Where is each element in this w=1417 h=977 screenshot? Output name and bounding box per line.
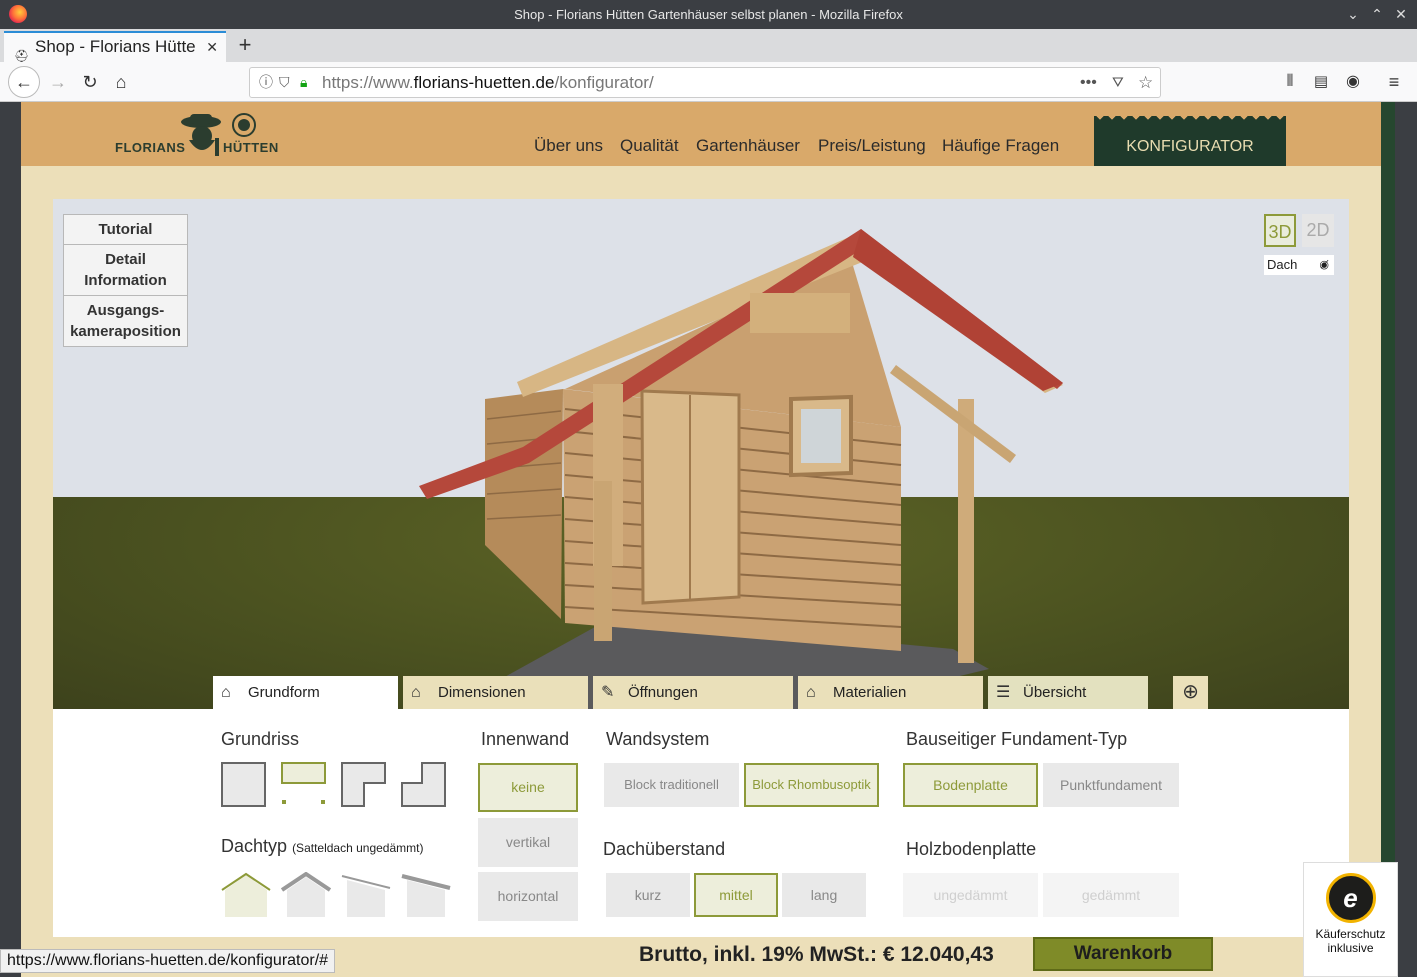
price-total: Brutto, inkl. 19% MwSt.: € 12.040,43 xyxy=(639,943,994,966)
nav-item-gartenhaeuser[interactable]: Gartenhäuser xyxy=(696,136,800,156)
window-title: Shop - Florians Hütten Gartenhäuser selb… xyxy=(514,7,903,22)
home-icon[interactable]: ⌂ xyxy=(107,68,135,96)
floorplan-l-shape-mirrored-icon[interactable] xyxy=(401,762,446,807)
tab-uebersicht[interactable]: ☰ Übersicht xyxy=(988,676,1148,709)
pocket-icon[interactable]: ⛛ xyxy=(1112,68,1124,97)
dachtyp-title: Dachtyp (Satteldach ungedämmt) xyxy=(221,836,424,856)
minimize-icon[interactable]: ⌄ xyxy=(1341,0,1365,29)
fundament-title: Bauseitiger Fundament-Typ xyxy=(906,729,1128,749)
garden-house-model[interactable] xyxy=(53,199,1349,709)
web-page: FLORIANS HÜTTEN Über uns Qualität Garten… xyxy=(21,102,1381,977)
site-header: FLORIANS HÜTTEN Über uns Qualität Garten… xyxy=(21,102,1381,166)
holzbodenplatte-title: Holzbodenplatte xyxy=(906,839,1037,859)
fundament-bodenplatte[interactable]: Bodenplatte xyxy=(903,763,1038,807)
shield-icon[interactable]: ⛉ xyxy=(279,68,290,97)
library-icon[interactable]: ⫴ xyxy=(1276,68,1304,96)
viewer-side-panel: Tutorial Detail Information Ausgangs- ka… xyxy=(63,214,188,347)
url-text[interactable]: https://www.florians-huetten.de/konfigur… xyxy=(322,68,654,97)
holzbodenplatte-gedaemmt[interactable]: gedämmt xyxy=(1043,873,1179,917)
nav-item-preis-leistung[interactable]: Preis/Leistung xyxy=(818,136,926,156)
close-window-icon[interactable]: ✕ xyxy=(1389,0,1413,29)
cart-button[interactable]: Warenkorb xyxy=(1033,937,1213,971)
floorplan-l-shape-icon[interactable] xyxy=(341,762,386,807)
reload-icon[interactable]: ↻ xyxy=(76,68,104,96)
dachueberstand-kurz[interactable]: kurz xyxy=(606,873,690,917)
page-scrollbar[interactable] xyxy=(1381,102,1395,977)
seal-icon xyxy=(232,113,256,137)
floorplan-porch-icon[interactable] xyxy=(281,762,326,807)
wandsystem-block-traditionell[interactable]: Block traditionell xyxy=(604,763,739,807)
innenwand-title: Innenwand xyxy=(481,729,570,749)
wandsystem-block-rhombusoptik[interactable]: Block Rhombusoptik xyxy=(744,763,879,807)
tab-oeffnungen[interactable]: ✎ Öffnungen xyxy=(593,676,793,709)
options-panel: Grundriss Dachtyp (Satteldach ungedämmt)… xyxy=(53,709,1349,937)
view-2d-button[interactable]: 2D xyxy=(1302,214,1334,247)
site-logo[interactable]: FLORIANS HÜTTEN xyxy=(113,110,293,160)
view-3d-button[interactable]: 3D xyxy=(1264,214,1296,247)
sidebar-icon[interactable]: ▤ xyxy=(1307,68,1335,96)
roof-gable-wide-icon[interactable] xyxy=(281,872,331,917)
nav-item-qualitaet[interactable]: Qualität xyxy=(620,136,679,156)
house-plan-icon: ⌂ xyxy=(221,684,231,701)
page-actions-icon[interactable]: ••• xyxy=(1080,68,1097,97)
zoom-in-icon[interactable]: ⊕ xyxy=(1173,676,1208,709)
favicon-icon: ⛑ xyxy=(14,49,30,62)
house-dimensions-icon: ⌂ xyxy=(411,684,421,701)
wandsystem-title: Wandsystem xyxy=(606,729,710,749)
navigation-bar: ← → ↻ ⌂ ⓘ ⛉ 🔒︎ https://www.florians-huet… xyxy=(0,62,1417,102)
list-icon: ☰ xyxy=(996,684,1011,701)
tab-strip: ⛑ Shop - Florians Hütte ✕ + xyxy=(0,29,1417,62)
bookmark-star-icon[interactable]: ☆ xyxy=(1138,68,1153,97)
dachueberstand-title: Dachüberstand xyxy=(603,839,726,859)
roof-visibility-toggle[interactable]: Dach ◉̸ xyxy=(1264,255,1334,275)
floorplan-rectangle-icon[interactable] xyxy=(221,762,266,807)
dachueberstand-lang[interactable]: lang xyxy=(782,873,866,917)
tab-grundform[interactable]: ⌂ Grundform xyxy=(213,676,398,709)
new-tab-icon[interactable]: + xyxy=(234,31,256,61)
url-bar[interactable]: ⓘ ⛉ 🔒︎ https://www.florians-huetten.de/k… xyxy=(249,67,1161,98)
nav-item-faq[interactable]: Häufige Fragen xyxy=(942,136,1059,156)
trusted-shops-seal-icon: e xyxy=(1325,873,1376,923)
menu-icon[interactable]: ≡ xyxy=(1380,68,1408,96)
paint-materials-icon: ⌂ xyxy=(806,684,816,701)
roof-pent-icon[interactable] xyxy=(341,872,391,917)
maximize-icon[interactable]: ⌃ xyxy=(1365,0,1389,29)
tab-materialien[interactable]: ⌂ Materialien xyxy=(798,676,983,709)
holzbodenplatte-ungedaemmt[interactable]: ungedämmt xyxy=(903,873,1038,917)
eye-slash-icon: ◉̸ xyxy=(1319,259,1329,271)
close-tab-icon[interactable]: ✕ xyxy=(206,33,218,61)
edit-opening-icon: ✎ xyxy=(601,684,615,701)
fundament-punktfundament[interactable]: Punktfundament xyxy=(1043,763,1179,807)
window-titlebar: Shop - Florians Hütten Gartenhäuser selb… xyxy=(0,0,1417,29)
info-icon[interactable]: ⓘ xyxy=(259,68,273,97)
lumberjack-logo-icon xyxy=(181,114,221,156)
status-url: https://www.florians-huetten.de/konfigur… xyxy=(0,949,336,973)
account-icon[interactable]: ◉ xyxy=(1339,68,1367,96)
grundriss-title: Grundriss xyxy=(221,729,300,749)
browser-tab[interactable]: ⛑ Shop - Florians Hütte ✕ xyxy=(4,31,226,62)
camera-reset-button[interactable]: Ausgangs- kameraposition xyxy=(63,295,188,347)
roof-pent-wide-icon[interactable] xyxy=(401,872,451,917)
3d-viewer[interactable]: Tutorial Detail Information Ausgangs- ka… xyxy=(53,199,1349,709)
tab-title: Shop - Florians Hütte xyxy=(35,37,196,56)
konfigurator-button[interactable]: KONFIGURATOR xyxy=(1094,114,1286,166)
innenwand-keine[interactable]: keine xyxy=(478,763,578,812)
roof-gable-icon[interactable] xyxy=(221,872,271,917)
detail-information-button[interactable]: Detail Information xyxy=(63,244,188,296)
lock-icon[interactable]: 🔒︎ xyxy=(300,68,307,97)
innenwand-horizontal[interactable]: horizontal xyxy=(478,872,578,921)
trusted-shops-badge[interactable]: e Käuferschutz inklusive xyxy=(1303,862,1398,977)
tutorial-button[interactable]: Tutorial xyxy=(63,214,188,245)
innenwand-vertikal[interactable]: vertikal xyxy=(478,818,578,867)
nav-item-ueber-uns[interactable]: Über uns xyxy=(534,136,603,156)
tab-dimensionen[interactable]: ⌂ Dimensionen xyxy=(403,676,588,709)
back-icon[interactable]: ← xyxy=(8,66,40,98)
firefox-icon xyxy=(9,5,27,23)
dachueberstand-mittel[interactable]: mittel xyxy=(694,873,778,917)
forward-icon[interactable]: → xyxy=(44,68,72,96)
